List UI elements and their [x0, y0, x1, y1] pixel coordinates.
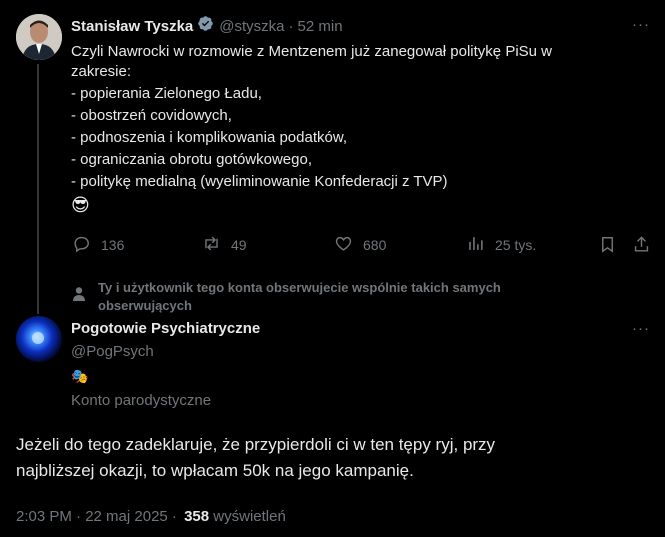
verified-badge-icon	[197, 15, 214, 37]
tweet-line: - obostrzeń covidowych,	[71, 107, 232, 124]
author-name[interactable]: Pogotowie Psychiatryczne	[71, 320, 260, 337]
more-options-button[interactable]: ···	[632, 320, 650, 337]
parody-mask-icon: 🎭	[71, 368, 89, 384]
tweet-time[interactable]: 52 min	[298, 18, 343, 35]
social-context-line: Ty i użytkownik tego konta obserwujecie …	[98, 280, 501, 295]
tweet-line: Czyli Nawrocki w rozmowie z Mentzenem ju…	[71, 43, 553, 60]
reply-count: 136	[101, 237, 125, 253]
tweet-meta: 2:03 PM · 22 maj 2025 · 358 wyświetleń	[16, 508, 286, 525]
thread-line	[37, 64, 39, 314]
repost-icon	[202, 234, 221, 256]
social-context-line: obserwujących	[98, 298, 192, 313]
reply-icon	[72, 234, 91, 256]
tweet-line: - ograniczania obrotu gotówkowego,	[71, 151, 312, 168]
reply-button[interactable]: 136	[72, 234, 124, 256]
parody-label: Konto parodystyczne	[71, 392, 212, 409]
tweet1-text: Czyli Nawrocki w rozmowie z Mentzenem ju…	[71, 42, 651, 215]
tweet-line: najbliższej okazji, to wpłacam 50k na je…	[16, 461, 414, 480]
author-handle[interactable]: @styszka	[219, 18, 284, 35]
views-number: 358	[184, 508, 210, 525]
heart-icon	[334, 234, 353, 256]
bookmark-icon	[598, 237, 617, 258]
social-context-text: Ty i użytkownik tego konta obserwujecie …	[98, 279, 618, 315]
views-button[interactable]: 25 tys.	[466, 234, 536, 256]
views-chart-icon	[466, 234, 485, 256]
author-handle[interactable]: @PogPsych	[71, 343, 154, 360]
avatar-styszka[interactable]	[16, 14, 62, 60]
more-options-button[interactable]: ···	[632, 16, 650, 33]
separator-dot: ·	[288, 17, 294, 35]
sunglasses-emoji: 😎	[71, 195, 90, 215]
tweet-line: - podnoszenia i komplikowania podatków,	[71, 129, 347, 146]
views-count: 25 tys.	[495, 237, 537, 253]
tweet-line: zakresie:	[71, 63, 132, 80]
person-icon	[72, 286, 86, 307]
tweet-line: - politykę medialną (wyeliminowanie Konf…	[71, 173, 448, 190]
repost-button[interactable]: 49	[202, 234, 247, 256]
avatar-pogpsych[interactable]	[16, 316, 62, 362]
tweet-line: Jeżeli do tego zadeklaruje, że przypierd…	[16, 435, 496, 454]
tweet-timestamp[interactable]: 2:03 PM · 22 maj 2025 ·	[16, 508, 177, 525]
views-label: wyświetleń	[213, 508, 286, 525]
tweet1-header: Stanisław Tyszka @styszka · 52 min	[71, 16, 343, 36]
tweet2-text: Jeżeli do tego zadeklaruje, że przypierd…	[16, 432, 656, 484]
like-button[interactable]: 680	[334, 234, 386, 256]
author-name[interactable]: Stanisław Tyszka	[71, 18, 193, 35]
share-button[interactable]	[632, 235, 651, 259]
share-icon	[632, 236, 651, 258]
like-count: 680	[363, 237, 387, 253]
bookmark-button[interactable]	[598, 235, 617, 259]
repost-count: 49	[231, 237, 247, 253]
tweet-line: - popierania Zielonego Ładu,	[71, 85, 262, 102]
